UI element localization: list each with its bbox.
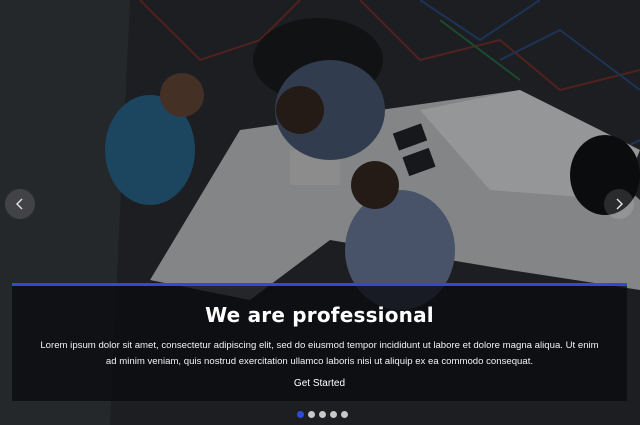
slide-indicators <box>297 411 348 418</box>
chevron-right-icon <box>616 198 623 210</box>
slide-dot-1[interactable] <box>297 411 304 418</box>
next-slide-button[interactable] <box>604 189 634 219</box>
prev-slide-button[interactable] <box>5 189 35 219</box>
chevron-left-icon <box>16 198 23 210</box>
get-started-link[interactable]: Get Started <box>294 377 345 391</box>
slide-description: Lorem ipsum dolor sit amet, consectetur … <box>40 340 599 367</box>
slide-dot-3[interactable] <box>319 411 326 418</box>
slide-dot-5[interactable] <box>341 411 348 418</box>
hero-slider: We are professional Lorem ipsum dolor si… <box>0 0 640 425</box>
slide-dot-4[interactable] <box>330 411 337 418</box>
slide-title: We are professional <box>205 303 434 327</box>
slide-caption: We are professional Lorem ipsum dolor si… <box>12 283 627 401</box>
slide-dot-2[interactable] <box>308 411 315 418</box>
